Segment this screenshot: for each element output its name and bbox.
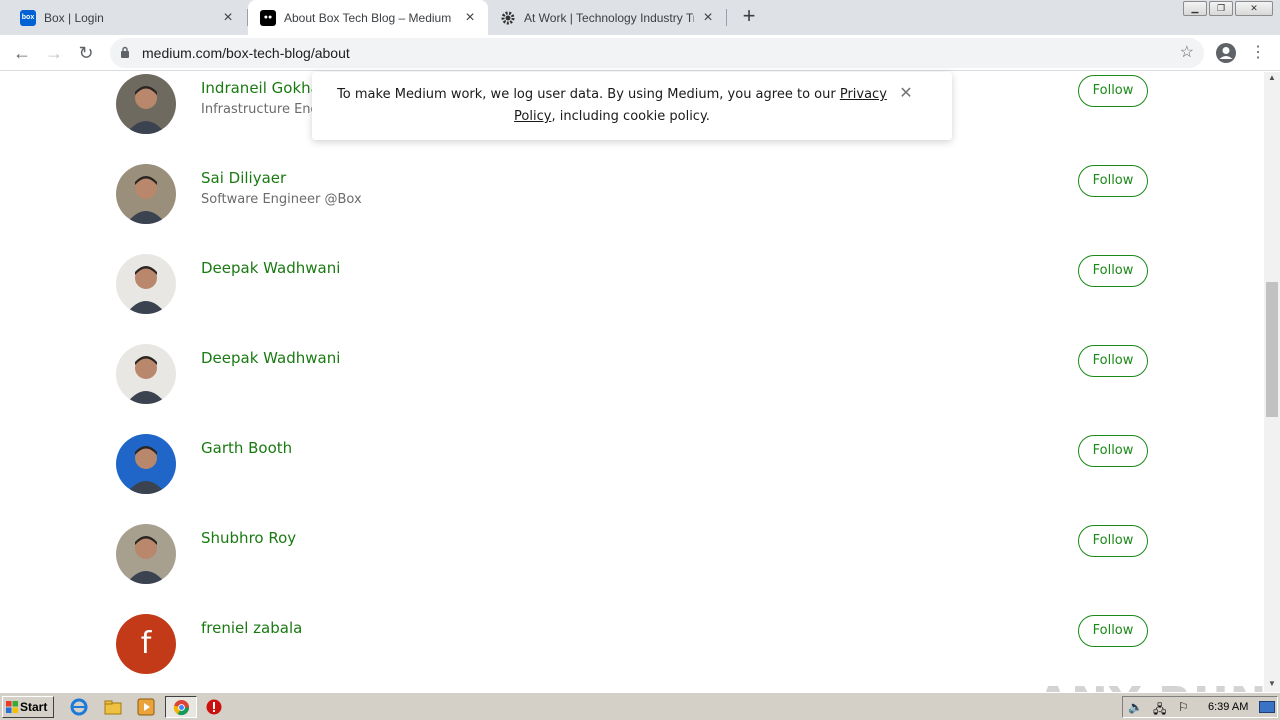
chrome-taskbar-button[interactable] (165, 696, 197, 718)
file-explorer-icon[interactable] (104, 698, 122, 716)
show-desktop-icon[interactable] (1259, 701, 1275, 713)
new-tab-icon[interactable]: + (737, 5, 761, 29)
windows-taskbar: Start 🔈 🖧 ⚐ 6:39 AM (0, 692, 1280, 720)
close-icon[interactable]: ✕ (897, 84, 915, 104)
avatar[interactable] (116, 74, 176, 134)
close-tab-icon[interactable]: × (700, 9, 716, 26)
box-favicon-icon: box (20, 9, 36, 26)
tab-box-login[interactable]: box Box | Login × (8, 0, 246, 35)
back-arrow-icon[interactable]: ← (8, 39, 36, 67)
tab-title: Box | Login (44, 10, 104, 25)
minimize-window-button[interactable]: ▁ (1183, 1, 1207, 16)
close-tab-icon[interactable]: × (220, 9, 236, 26)
volume-icon[interactable]: 🔈 (1128, 700, 1143, 714)
avatar[interactable] (116, 344, 176, 404)
bookmark-star-icon[interactable]: ☆ (1180, 38, 1194, 68)
tab-title: About Box Tech Blog – Medium (284, 10, 452, 25)
internet-explorer-icon[interactable] (70, 698, 88, 716)
person-name-link[interactable]: Indraneil Gokha (201, 79, 320, 97)
chrome-icon (173, 699, 190, 716)
cookie-message: To make Medium work, we log user data. B… (332, 84, 892, 128)
person-name-link[interactable]: Deepak Wadhwani (201, 349, 340, 367)
action-center-flag-icon[interactable]: ⚐ (1178, 700, 1189, 714)
network-icon[interactable]: 🖧 (1153, 700, 1166, 720)
profile-icon[interactable] (1215, 42, 1237, 64)
person-name-link[interactable]: freniel zabala (201, 619, 302, 637)
lock-icon (121, 46, 129, 58)
start-button[interactable]: Start (2, 696, 54, 718)
person-row: Deepak Wadhwani Follow (0, 344, 1264, 434)
browser-toolbar: ← → ↻ medium.com/box-tech-blog/about ☆ ⋮ (0, 35, 1280, 71)
tab-strip: box Box | Login × ●● About Box Tech Blog… (0, 0, 1280, 35)
forward-arrow-icon[interactable]: → (40, 39, 68, 67)
person-name-link[interactable]: Sai Diliyaer (201, 169, 286, 187)
close-tab-icon[interactable]: × (462, 9, 478, 26)
person-name-link[interactable]: Shubhro Roy (201, 529, 296, 547)
follow-button[interactable]: Follow (1078, 615, 1148, 647)
watermark: ANY RUN (1036, 678, 1264, 692)
follow-button[interactable]: Follow (1078, 75, 1148, 107)
antivirus-alert-icon[interactable] (205, 698, 223, 716)
tab-separator (726, 9, 727, 26)
maximize-window-button[interactable]: ❐ (1209, 1, 1233, 16)
avatar[interactable] (116, 254, 176, 314)
page-content: Indraneil Gokha Infrastructure Eng Follow S… (0, 72, 1264, 692)
scroll-down-icon[interactable]: ▼ (1264, 678, 1280, 690)
screen: box Box | Login × ●● About Box Tech Blog… (0, 0, 1280, 720)
follow-button[interactable]: Follow (1078, 255, 1148, 287)
scrollbar-thumb[interactable] (1266, 282, 1278, 417)
scroll-up-icon[interactable]: ▲ (1264, 72, 1280, 84)
cookie-banner: To make Medium work, we log user data. B… (312, 72, 952, 140)
person-bio: Software Engineer @Box (201, 192, 362, 207)
avatar[interactable] (116, 434, 176, 494)
menu-kebab-icon[interactable]: ⋮ (1244, 39, 1272, 67)
cookie-text-end: , including cookie policy. (551, 109, 710, 124)
tab-medium-about[interactable]: ●● About Box Tech Blog – Medium × (248, 0, 488, 35)
person-row: Deepak Wadhwani Follow (0, 254, 1264, 344)
gear-favicon-icon (500, 10, 516, 26)
media-player-icon[interactable] (137, 698, 155, 716)
avatar[interactable]: f (116, 614, 176, 674)
person-name-link[interactable]: Deepak Wadhwani (201, 259, 340, 277)
avatar[interactable] (116, 164, 176, 224)
person-row: Sai Diliyaer Software Engineer @Box Follow (0, 164, 1264, 254)
follow-button[interactable]: Follow (1078, 435, 1148, 467)
close-window-button[interactable]: ✕ (1235, 1, 1273, 16)
tab-at-work[interactable]: At Work | Technology Industry Trends × (488, 0, 726, 35)
reload-icon[interactable]: ↻ (72, 39, 100, 67)
windows-flag-icon (6, 701, 18, 713)
url-text: medium.com/box-tech-blog/about (142, 45, 350, 61)
person-bio: Infrastructure Eng (201, 102, 319, 117)
person-row: Garth Booth Follow (0, 434, 1264, 524)
follow-button[interactable]: Follow (1078, 345, 1148, 377)
system-tray: 🔈 🖧 ⚐ (1122, 696, 1278, 718)
follow-button[interactable]: Follow (1078, 165, 1148, 197)
person-name-link[interactable]: Garth Booth (201, 439, 292, 457)
start-label: Start (20, 700, 48, 714)
address-bar[interactable]: medium.com/box-tech-blog/about ☆ (110, 38, 1204, 68)
cookie-text: To make Medium work, we log user data. B… (337, 87, 840, 102)
vertical-scrollbar[interactable]: ▲ ▼ (1264, 72, 1280, 692)
follow-button[interactable]: Follow (1078, 525, 1148, 557)
taskbar-clock: 6:39 AM (1208, 701, 1249, 713)
person-row: Shubhro Roy Follow (0, 524, 1264, 614)
medium-favicon-icon: ●● (260, 9, 276, 26)
tab-title: At Work | Technology Industry Trends (524, 10, 694, 25)
avatar[interactable] (116, 524, 176, 584)
